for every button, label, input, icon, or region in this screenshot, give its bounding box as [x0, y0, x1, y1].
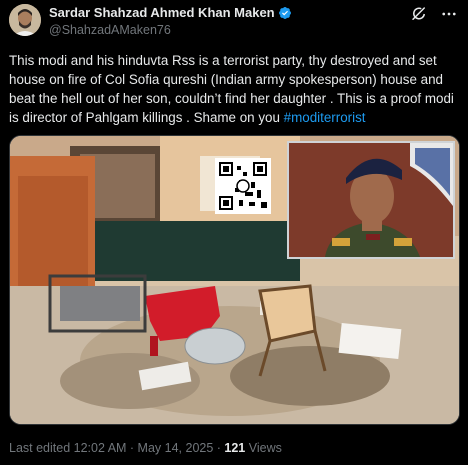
- hashtag-link[interactable]: #moditerrorist: [284, 110, 366, 125]
- tweet-header: Sardar Shahzad Ahmed Khan Maken @Shahzad…: [0, 0, 468, 44]
- avatar[interactable]: [9, 4, 41, 36]
- verified-badge-icon: [278, 6, 292, 20]
- grok-icon[interactable]: [410, 5, 428, 23]
- author-display-name[interactable]: Sardar Shahzad Ahmed Khan Maken: [49, 5, 275, 20]
- media-photo: [10, 136, 459, 424]
- avatar-image: [9, 4, 41, 36]
- edited-timestamp[interactable]: Last edited 12:02 AM · May 14, 2025 ·: [9, 441, 224, 455]
- views-label: Views: [245, 441, 282, 455]
- author-handle[interactable]: @ShahzadAMaken76: [49, 23, 171, 37]
- tweet-footer: Last edited 12:02 AM · May 14, 2025 · 12…: [9, 441, 282, 455]
- author-name-line: Sardar Shahzad Ahmed Khan Maken: [49, 5, 292, 20]
- views-count: 121: [224, 441, 246, 455]
- tweet-body: This modi and his hinduvta Rss is a terr…: [9, 51, 461, 127]
- tweet-media[interactable]: [9, 135, 460, 425]
- more-options-icon[interactable]: [440, 5, 458, 23]
- tweet-actions-top: [410, 5, 458, 23]
- tweet-text: This modi and his hinduvta Rss is a terr…: [9, 53, 454, 125]
